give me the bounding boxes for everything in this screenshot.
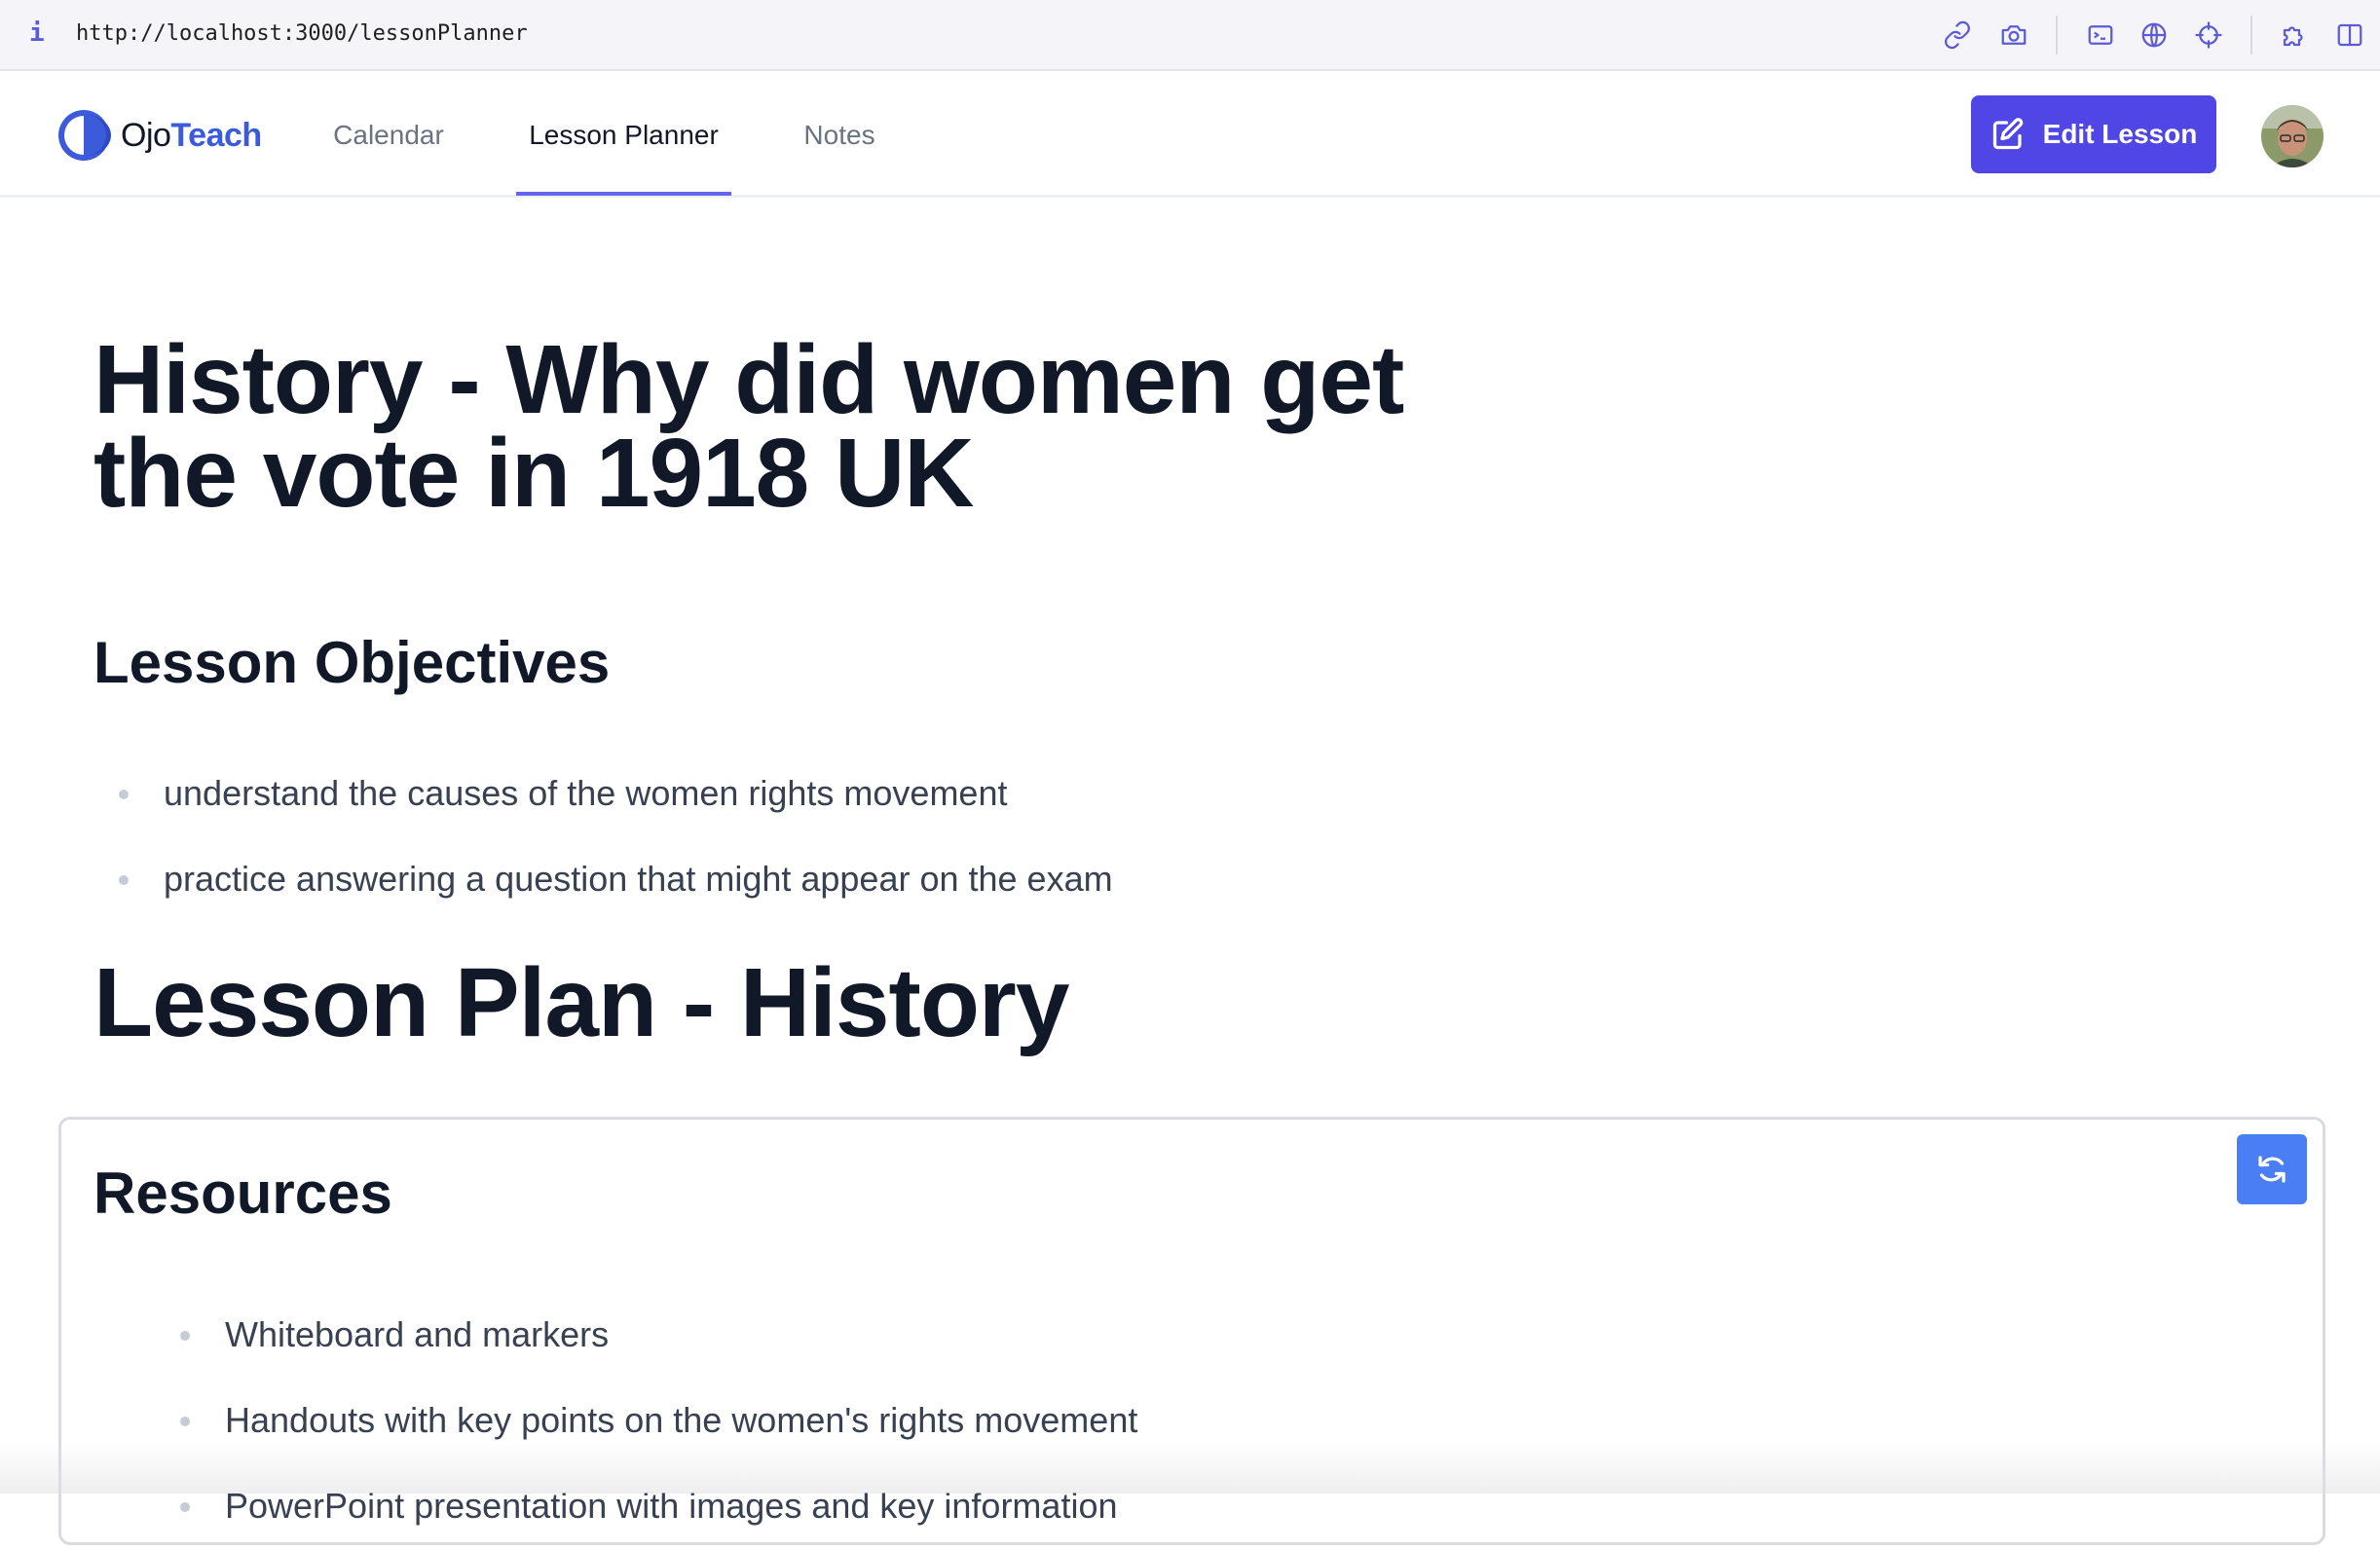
top-navbar: OjoTeach Calendar Lesson Planner Notes E… xyxy=(0,73,2380,198)
regenerate-button[interactable] xyxy=(2237,1134,2307,1204)
puzzle-icon[interactable] xyxy=(2275,16,2314,55)
camera-icon[interactable] xyxy=(1994,16,2033,55)
user-avatar[interactable] xyxy=(2261,105,2324,167)
edit-lesson-label: Edit Lesson xyxy=(2042,119,2198,149)
lesson-content: History - Why did women get the vote in … xyxy=(0,200,2380,1545)
objectives-heading: Lesson Objectives xyxy=(93,630,611,695)
list-item: practice answering a question that might… xyxy=(93,836,2138,922)
resources-card: Resources Whiteboard and markers Handout… xyxy=(58,1117,2325,1545)
objectives-list: understand the causes of the women right… xyxy=(93,751,2138,922)
resources-list: Whiteboard and markers Handouts with key… xyxy=(155,1292,2200,1549)
avatar-photo xyxy=(2261,105,2324,167)
list-item: Handouts with key points on the women's … xyxy=(155,1378,2200,1463)
list-item: Whiteboard and markers xyxy=(155,1292,2200,1378)
toolbar-divider xyxy=(2250,16,2252,55)
toolbar-divider xyxy=(2056,16,2058,55)
list-item: PowerPoint presentation with images and … xyxy=(155,1463,2200,1549)
url-text[interactable]: http://localhost:3000/lessonPlanner xyxy=(76,18,528,50)
tab-lesson-planner[interactable]: Lesson Planner xyxy=(516,73,731,196)
tab-calendar[interactable]: Calendar xyxy=(319,73,458,195)
refresh-icon xyxy=(2258,1156,2286,1183)
globe-icon[interactable] xyxy=(2135,16,2174,55)
ojoteach-logo[interactable]: OjoTeach xyxy=(56,108,262,163)
tab-notes[interactable]: Notes xyxy=(789,73,890,195)
lesson-plan-heading: Lesson Plan - History xyxy=(93,948,1069,1057)
pencil-square-icon xyxy=(1992,118,2023,150)
resources-heading: Resources xyxy=(93,1161,392,1226)
logo-mark-icon xyxy=(58,110,111,161)
split-view-icon[interactable] xyxy=(2330,16,2369,55)
edit-lesson-button[interactable]: Edit Lesson xyxy=(1971,95,2216,173)
logo-wordmark: OjoTeach xyxy=(121,108,262,163)
terminal-icon[interactable] xyxy=(2081,16,2120,55)
lesson-title: History - Why did women get the vote in … xyxy=(93,325,1404,528)
browser-address-bar: i http://localhost:3000/lessonPlanner xyxy=(0,0,2380,71)
site-info-icon[interactable]: i xyxy=(29,18,49,49)
crosshair-icon[interactable] xyxy=(2189,16,2228,55)
logo-wordmark-suffix: Teach xyxy=(170,117,262,154)
list-item: understand the causes of the women right… xyxy=(93,751,2138,836)
link-icon[interactable] xyxy=(1938,16,1977,55)
logo-wordmark-prefix: Ojo xyxy=(121,117,171,154)
